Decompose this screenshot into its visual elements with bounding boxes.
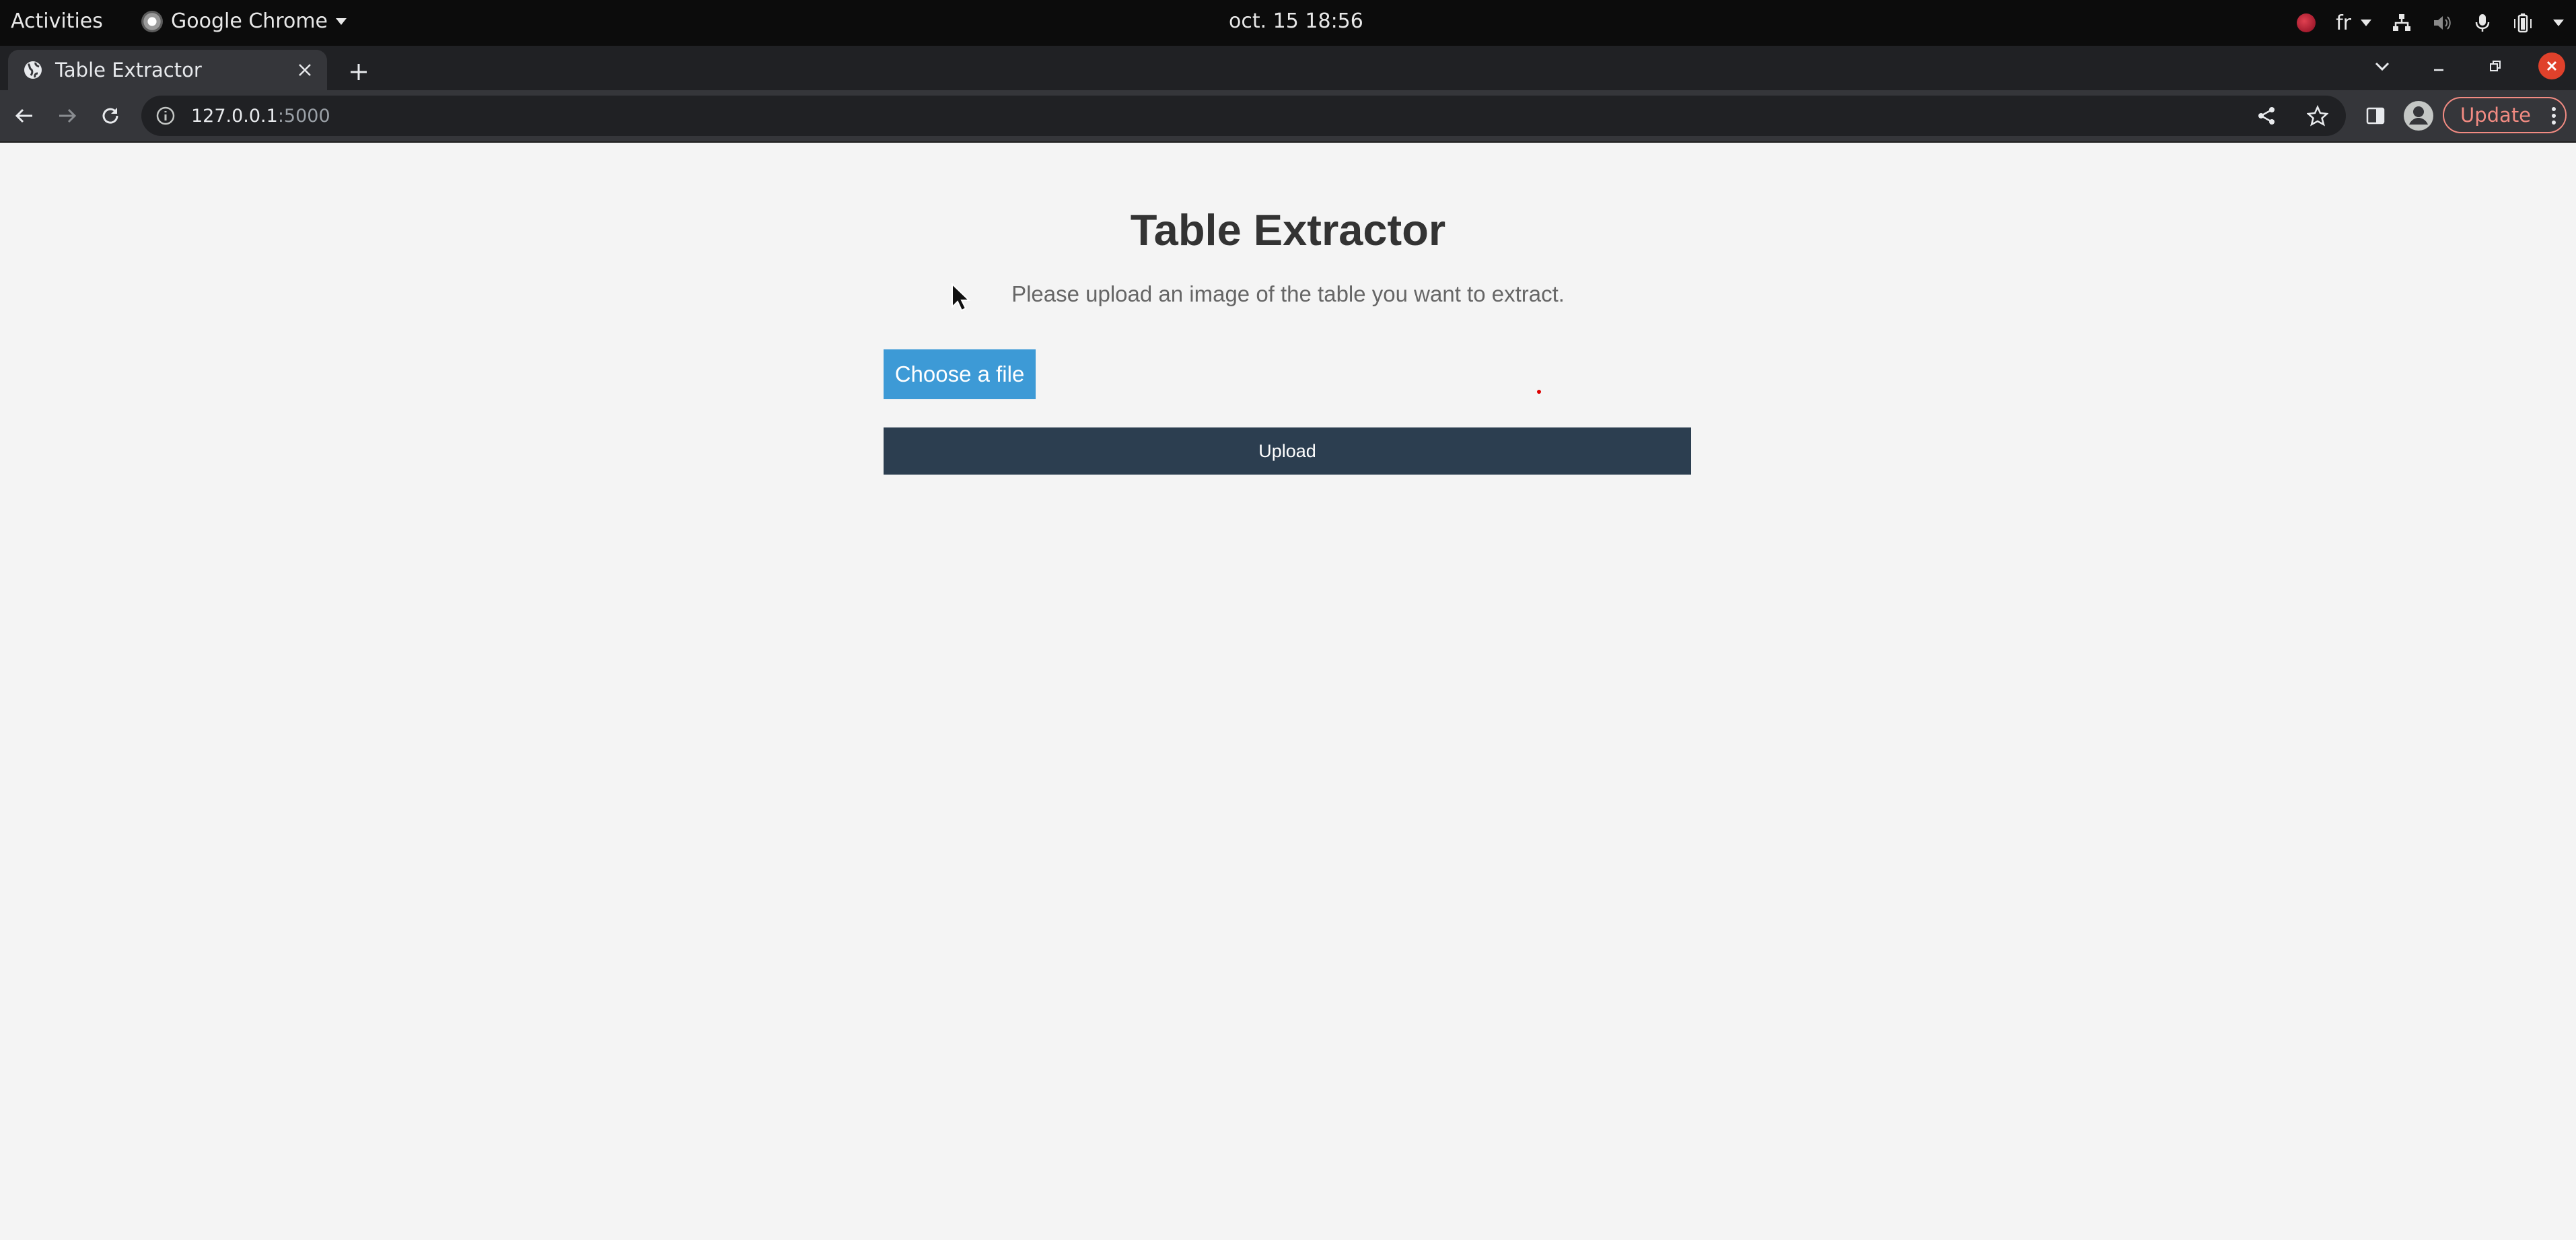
chrome-app-icon: [141, 10, 163, 32]
page-content: Table Extractor Please upload an image o…: [0, 143, 2576, 1240]
plus-icon: [351, 64, 367, 80]
upload-button[interactable]: Upload: [884, 427, 1691, 475]
caret-down-icon: [336, 18, 347, 25]
instructions-text: Please upload an image of the table you …: [1011, 281, 1565, 306]
restore-icon: [2490, 61, 2501, 71]
back-button[interactable]: [9, 101, 39, 131]
side-panel-button[interactable]: [2361, 101, 2390, 131]
screen: Activities Google Chrome oct. 15 18:56 f…: [0, 0, 2576, 1240]
browser-toolbar: 127.0.0.1:5000 Update: [0, 90, 2576, 143]
forward-icon: [59, 108, 77, 123]
battery-icon[interactable]: [2513, 13, 2533, 33]
recording-indicator-icon[interactable]: [2297, 13, 2316, 32]
profile-icon[interactable]: [2402, 100, 2435, 132]
minimize-button[interactable]: [2425, 53, 2452, 79]
red-dot-marker: [1537, 390, 1541, 394]
cursor-icon: [952, 283, 970, 312]
reload-button[interactable]: [96, 101, 125, 131]
side-panel-icon: [2366, 107, 2385, 125]
info-icon[interactable]: [155, 105, 176, 127]
globe-icon: [23, 60, 43, 80]
window-controls: [2369, 53, 2565, 79]
keyboard-layout-label: fr: [2336, 11, 2351, 35]
activities-button[interactable]: Activities: [11, 9, 103, 33]
star-icon[interactable]: [2304, 102, 2331, 129]
address-bar[interactable]: 127.0.0.1:5000: [141, 96, 2346, 136]
new-tab-button[interactable]: [345, 58, 373, 86]
reload-icon: [102, 108, 118, 124]
system-top-bar: Activities Google Chrome oct. 15 18:56 f…: [0, 0, 2576, 46]
close-tab-icon[interactable]: [293, 59, 316, 81]
tab-table-extractor[interactable]: Table Extractor: [8, 50, 327, 90]
keyboard-layout-menu[interactable]: fr: [2336, 11, 2371, 35]
microphone-icon[interactable]: [2472, 13, 2493, 33]
update-label: Update: [2460, 104, 2532, 127]
omnibox-actions: [2253, 96, 2331, 136]
chevron-down-icon: [2375, 62, 2390, 71]
system-tray[interactable]: fr: [2297, 8, 2564, 38]
share-icon[interactable]: [2253, 102, 2280, 129]
update-button[interactable]: Update: [2443, 97, 2567, 133]
app-menu-label: Google Chrome: [171, 9, 328, 33]
url-port: :5000: [277, 105, 330, 127]
more-icon[interactable]: [2550, 106, 2557, 125]
choose-file-button[interactable]: Choose a file: [884, 349, 1036, 399]
close-icon: [2546, 61, 2557, 71]
url-text[interactable]: 127.0.0.1:5000: [191, 106, 330, 127]
clock[interactable]: oct. 15 18:56: [1229, 9, 1363, 33]
volume-icon[interactable]: [2432, 13, 2452, 33]
page-title: Table Extractor: [1130, 205, 1446, 254]
network-icon[interactable]: [2392, 13, 2412, 33]
tab-strip: Table Extractor: [0, 46, 2576, 90]
tab-search-button[interactable]: [2369, 53, 2396, 79]
system-menu-caret-icon[interactable]: [2553, 20, 2564, 26]
back-icon: [15, 108, 32, 123]
url-host: 127.0.0.1: [191, 105, 278, 127]
tab-title: Table Extractor: [55, 59, 202, 81]
minimize-icon: [2434, 69, 2443, 71]
app-menu[interactable]: Google Chrome: [141, 9, 347, 33]
forward-button[interactable]: [52, 101, 82, 131]
caret-down-icon: [2361, 20, 2371, 26]
close-window-button[interactable]: [2538, 53, 2565, 79]
restore-button[interactable]: [2482, 53, 2509, 79]
